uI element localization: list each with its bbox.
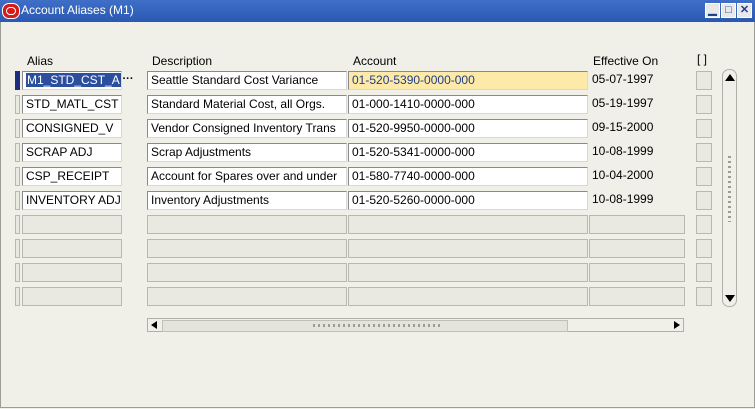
scroll-grip-icon[interactable]: [728, 156, 731, 222]
scroll-down-icon[interactable]: [725, 295, 735, 302]
maximize-button[interactable]: □: [721, 3, 736, 18]
description-field[interactable]: Seattle Standard Cost Variance: [147, 71, 347, 90]
alias-field[interactable]: [22, 215, 122, 234]
effective-on-field[interactable]: [589, 263, 685, 282]
record-indicator[interactable]: [15, 143, 20, 162]
description-field[interactable]: Scrap Adjustments: [147, 143, 347, 162]
description-field[interactable]: Vendor Consigned Inventory Trans: [147, 119, 347, 138]
flexfield-cell[interactable]: [696, 263, 712, 282]
account-field[interactable]: 01-580-7740-0000-000: [348, 167, 588, 186]
lov-button[interactable]: ···: [121, 72, 135, 89]
alias-field[interactable]: SCRAP ADJ: [22, 143, 122, 162]
effective-on-field[interactable]: 05-19-1997: [589, 95, 685, 114]
alias-field[interactable]: CONSIGNED_V: [22, 119, 122, 138]
alias-field[interactable]: [22, 287, 122, 306]
flexfield-cell[interactable]: [696, 143, 712, 162]
oracle-logo-icon: [2, 3, 20, 19]
record-indicator[interactable]: [15, 239, 20, 258]
account-field[interactable]: 01-520-5390-0000-000: [348, 71, 588, 90]
alias-field[interactable]: [22, 239, 122, 258]
close-button[interactable]: ✕: [737, 3, 752, 18]
alias-field[interactable]: INVENTORY ADJ: [22, 191, 122, 210]
record-indicator[interactable]: [15, 215, 20, 234]
flexfield-cell[interactable]: [696, 167, 712, 186]
scroll-right-icon[interactable]: [674, 321, 680, 329]
flexfield-cell[interactable]: [696, 239, 712, 258]
record-indicator[interactable]: [15, 191, 20, 210]
record-indicator[interactable]: [15, 71, 20, 90]
flexfield-cell[interactable]: [696, 119, 712, 138]
account-field[interactable]: [348, 239, 588, 258]
account-field[interactable]: 01-520-9950-0000-000: [348, 119, 588, 138]
effective-on-field[interactable]: [589, 287, 685, 306]
descriptive-flexfield-header[interactable]: [ ]: [697, 52, 707, 66]
flexfield-cell[interactable]: [696, 95, 712, 114]
scroll-up-icon[interactable]: [725, 74, 735, 81]
effective-on-field[interactable]: [589, 239, 685, 258]
alias-field[interactable]: [22, 263, 122, 282]
flexfield-cell[interactable]: [696, 287, 712, 306]
effective-on-field[interactable]: [589, 215, 685, 234]
description-field[interactable]: [147, 263, 347, 282]
account-field[interactable]: 01-520-5260-0000-000: [348, 191, 588, 210]
account-field[interactable]: [348, 287, 588, 306]
description-field[interactable]: Standard Material Cost, all Orgs.: [147, 95, 347, 114]
description-field[interactable]: Account for Spares over and under: [147, 167, 347, 186]
effective-on-field[interactable]: 10-04-2000: [589, 167, 685, 186]
description-field[interactable]: Inventory Adjustments: [147, 191, 347, 210]
flexfield-cell[interactable]: [696, 215, 712, 234]
column-header-description: Description: [152, 54, 213, 68]
column-header-effective-on: Effective On: [593, 54, 659, 68]
effective-on-field[interactable]: 10-08-1999: [589, 191, 685, 210]
description-field[interactable]: [147, 239, 347, 258]
effective-on-field[interactable]: 09-15-2000: [589, 119, 685, 138]
alias-field[interactable]: M1_STD_CST_A: [22, 71, 122, 90]
scroll-left-icon[interactable]: [151, 321, 157, 329]
account-field[interactable]: [348, 263, 588, 282]
account-field[interactable]: 01-520-5341-0000-000: [348, 143, 588, 162]
horizontal-scrollbar[interactable]: [147, 318, 684, 332]
flexfield-cell[interactable]: [696, 71, 712, 90]
description-field[interactable]: [147, 215, 347, 234]
effective-on-field[interactable]: 05-07-1997: [589, 71, 685, 90]
alias-field[interactable]: STD_MATL_CST: [22, 95, 122, 114]
minimize-button[interactable]: ▁: [705, 3, 720, 18]
column-header-account: Account: [353, 54, 397, 68]
record-indicator[interactable]: [15, 263, 20, 282]
column-header-alias: Alias: [27, 54, 54, 68]
vertical-scrollbar[interactable]: [722, 69, 737, 307]
account-field[interactable]: 01-000-1410-0000-000: [348, 95, 588, 114]
effective-on-field[interactable]: 10-08-1999: [589, 143, 685, 162]
flexfield-cell[interactable]: [696, 191, 712, 210]
horizontal-scroll-thumb[interactable]: [162, 320, 568, 332]
record-indicator[interactable]: [15, 119, 20, 138]
window-title: Account Aliases (M1): [21, 3, 134, 17]
description-field[interactable]: [147, 287, 347, 306]
title-bar: Account Aliases (M1) ▁ □ ✕: [0, 0, 755, 22]
record-indicator[interactable]: [15, 95, 20, 114]
selected-alias-text: M1_STD_CST_A: [26, 73, 121, 87]
alias-field[interactable]: CSP_RECEIPT: [22, 167, 122, 186]
record-indicator[interactable]: [15, 167, 20, 186]
record-indicator[interactable]: [15, 287, 20, 306]
account-field[interactable]: [348, 215, 588, 234]
